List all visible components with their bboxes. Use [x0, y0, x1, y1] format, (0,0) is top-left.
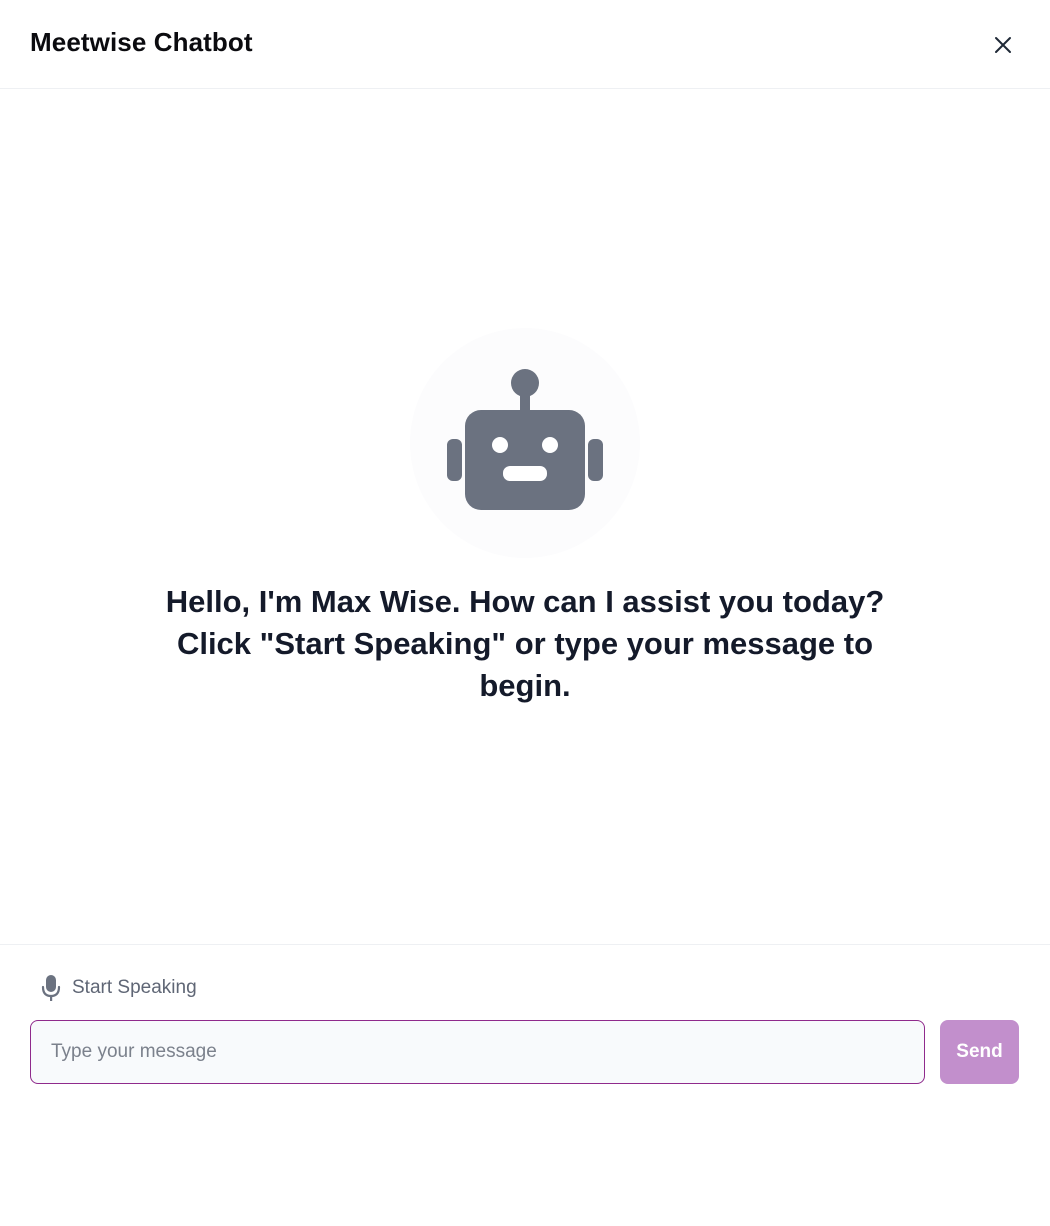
bot-avatar	[410, 328, 640, 558]
microphone-icon	[38, 974, 64, 1002]
start-speaking-button[interactable]: Start Speaking	[38, 973, 197, 1003]
start-speaking-label: Start Speaking	[72, 977, 197, 998]
close-button[interactable]	[988, 30, 1018, 60]
chat-header: Meetwise Chatbot	[0, 0, 1050, 89]
welcome-message: Hello, I'm Max Wise. How can I assist yo…	[165, 584, 885, 703]
close-icon	[995, 37, 1011, 53]
message-input[interactable]	[30, 1020, 925, 1084]
send-button[interactable]: Send	[940, 1020, 1019, 1084]
chatbot-window: Meetwise Chatbot Hello, I'm Max Wise. Ho…	[0, 0, 1050, 1226]
robot-icon	[447, 369, 603, 510]
chat-message-area: Hello, I'm Max Wise. How can I assist yo…	[0, 90, 1050, 944]
chat-title: Meetwise Chatbot	[30, 27, 253, 57]
chat-input-area: Start Speaking Send	[0, 944, 1050, 1226]
